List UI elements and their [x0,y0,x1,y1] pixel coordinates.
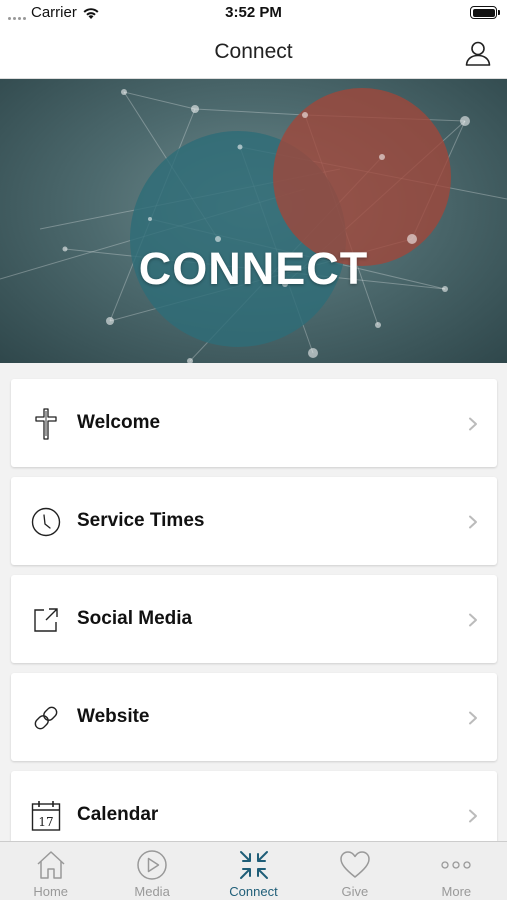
heart-icon [338,848,372,882]
menu-item-label: Welcome [77,412,161,433]
battery-icon [470,6,500,19]
menu-item-welcome[interactable]: Welcome [11,379,497,467]
page-title: Connect [214,40,293,63]
tab-label: Media [134,884,170,899]
tab-more[interactable]: More [406,842,507,900]
chevron-right-icon [469,417,477,431]
menu-item-label: Calendar [77,804,159,825]
home-icon [34,848,68,882]
external-link-icon [30,604,62,636]
menu-item-social-media[interactable]: Social Media [11,575,497,663]
menu-list: Welcome Service Times Social Media Websi… [11,379,497,869]
calendar-day: 17 [38,815,53,829]
menu-item-website[interactable]: Website [11,673,497,761]
hero-title: CONNECT [138,243,369,294]
chevron-right-icon [469,515,477,529]
chevron-right-icon [469,809,477,823]
profile-button[interactable] [463,38,493,68]
hero-graphic [0,88,507,363]
tab-bar: Home Media Connect Give More [0,841,507,900]
cross-icon [30,408,62,440]
compress-arrows-icon [237,848,271,882]
tab-label: Give [341,884,369,899]
tab-media[interactable]: Media [101,842,202,900]
chevron-right-icon [469,711,477,725]
menu-item-label: Website [77,706,150,727]
chevron-right-icon [469,613,477,627]
status-time: 3:52 PM [225,4,282,21]
tab-label: More [441,884,472,899]
tab-give[interactable]: Give [304,842,405,900]
calendar-icon: 17 [30,800,62,832]
tab-label: Connect [229,884,278,899]
person-icon [465,41,491,66]
menu-item-label: Service Times [77,510,205,531]
menu-item-service-times[interactable]: Service Times [11,477,497,565]
menu-item-label: Social Media [77,608,193,629]
nav-bar: Connect [0,26,507,79]
clock-icon [30,506,62,538]
tab-connect[interactable]: Connect [203,842,304,900]
tab-label: Home [33,884,69,899]
status-bar: Carrier 3:52 PM [0,0,507,26]
link-icon [30,702,62,734]
tab-home[interactable]: Home [0,842,101,900]
play-icon [135,848,169,882]
hero-banner: CONNECT [0,79,507,363]
more-dots-icon [439,848,473,882]
